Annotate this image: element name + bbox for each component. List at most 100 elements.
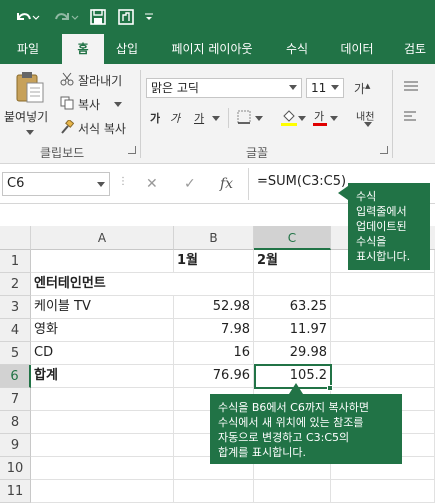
row-header[interactable]: 6 bbox=[0, 365, 31, 388]
cell-c4[interactable]: 11.97 bbox=[254, 319, 331, 342]
bold-button[interactable]: 가 bbox=[150, 110, 160, 126]
cell-a10[interactable] bbox=[31, 457, 174, 480]
column-header-b[interactable]: B bbox=[174, 226, 254, 250]
alignment-buttons[interactable] bbox=[402, 78, 432, 138]
tab-page-layout[interactable]: 페이지 레이아웃 bbox=[160, 34, 264, 64]
redo-button[interactable] bbox=[52, 6, 82, 28]
save-icon bbox=[90, 9, 106, 25]
row-header[interactable]: 3 bbox=[0, 296, 31, 319]
cell-a5[interactable]: CD bbox=[31, 342, 174, 365]
cell-d11[interactable] bbox=[331, 480, 435, 503]
redo-icon bbox=[55, 13, 79, 20]
cell-d4[interactable] bbox=[331, 319, 435, 342]
cell-d6[interactable] bbox=[331, 365, 435, 388]
touch-mode-button[interactable] bbox=[116, 6, 136, 28]
cell-b6[interactable]: 76.96 bbox=[174, 365, 254, 388]
row-header[interactable]: 1 bbox=[0, 250, 31, 273]
fill-handle[interactable] bbox=[327, 385, 333, 391]
row-header[interactable]: 8 bbox=[0, 411, 31, 434]
cell-b3[interactable]: 52.98 bbox=[174, 296, 254, 319]
cell-b4[interactable]: 7.98 bbox=[174, 319, 254, 342]
tab-formulas[interactable]: 수식 bbox=[276, 34, 318, 64]
cell-a6[interactable]: 합계 bbox=[31, 365, 174, 388]
increase-font-icon: 가▲ bbox=[354, 82, 371, 96]
cell-b5[interactable]: 16 bbox=[174, 342, 254, 365]
cell-a8[interactable] bbox=[31, 411, 174, 434]
font-name-select[interactable]: 맑은 고딕 bbox=[146, 78, 302, 98]
cell-c5[interactable]: 29.98 bbox=[254, 342, 331, 365]
callout-line: 입력줄에서 bbox=[356, 205, 407, 218]
select-all-button[interactable] bbox=[0, 226, 31, 250]
cell-c3[interactable]: 63.25 bbox=[254, 296, 331, 319]
cell-b1[interactable]: 1월 bbox=[174, 250, 254, 273]
font-color-button[interactable]: 가 bbox=[312, 108, 340, 130]
group-separator bbox=[392, 70, 393, 158]
cell-d2[interactable] bbox=[331, 273, 435, 296]
copy-button[interactable]: 복사 bbox=[60, 94, 132, 114]
chevron-down-icon bbox=[255, 116, 263, 121]
cell-a3[interactable]: 케이블 TV bbox=[31, 296, 174, 319]
cell-a2[interactable]: 엔터테인먼트 bbox=[31, 273, 174, 296]
paste-icon bbox=[16, 72, 44, 103]
cell-a7[interactable] bbox=[31, 388, 174, 411]
cell-b2[interactable] bbox=[174, 273, 254, 296]
chevron-down-icon bbox=[289, 85, 297, 90]
tab-insert[interactable]: 삽입 bbox=[106, 34, 148, 64]
row-header[interactable]: 5 bbox=[0, 342, 31, 365]
paste-label: 붙여넣기 bbox=[4, 110, 49, 124]
font-size-value: 11 bbox=[311, 81, 327, 95]
callout-line: 표시합니다. bbox=[356, 250, 411, 263]
row-header[interactable]: 2 bbox=[0, 273, 31, 296]
format-painter-button[interactable]: 서식 복사 bbox=[60, 118, 134, 138]
cancel-button[interactable]: ✕ bbox=[146, 176, 158, 192]
group-separator bbox=[140, 70, 141, 158]
callout-line: 수식 bbox=[356, 190, 377, 203]
chevron-down-icon bbox=[298, 116, 306, 121]
cell-b11[interactable] bbox=[174, 480, 254, 503]
row-header[interactable]: 4 bbox=[0, 319, 31, 342]
tab-file[interactable]: 파일 bbox=[2, 34, 54, 64]
font-size-select[interactable]: 11 bbox=[306, 78, 344, 98]
column-header-a[interactable]: A bbox=[31, 226, 174, 250]
cell-a11[interactable] bbox=[31, 480, 174, 503]
cell-a1[interactable] bbox=[31, 250, 174, 273]
copy-formula-callout: 수식을 B6에서 C6까지 복사하면 수식에서 새 위치에 있는 참조를 자동으… bbox=[210, 394, 402, 464]
cell-d3[interactable] bbox=[331, 296, 435, 319]
italic-button[interactable]: 가 bbox=[170, 110, 180, 126]
tab-home[interactable]: 홈 bbox=[62, 34, 104, 64]
row-header[interactable]: 9 bbox=[0, 434, 31, 457]
clipboard-launcher-icon[interactable] bbox=[128, 146, 136, 154]
row-header[interactable]: 7 bbox=[0, 388, 31, 411]
enter-button[interactable]: ✓ bbox=[184, 176, 196, 192]
cell-c11[interactable] bbox=[254, 480, 331, 503]
cell-a4[interactable]: 영화 bbox=[31, 319, 174, 342]
name-box[interactable]: C6 bbox=[2, 172, 110, 196]
callout-pointer bbox=[289, 383, 303, 394]
fill-color-button[interactable] bbox=[280, 108, 308, 130]
underline-button[interactable]: 가 bbox=[194, 110, 204, 126]
column-header-c[interactable]: C bbox=[254, 226, 331, 250]
copy-label: 복사 bbox=[78, 98, 101, 112]
increase-font-button[interactable]: 가▲ bbox=[354, 80, 384, 98]
scissors-icon bbox=[60, 72, 74, 86]
cell-c1[interactable]: 2월 bbox=[254, 250, 331, 273]
cell-d5[interactable] bbox=[331, 342, 435, 365]
save-button[interactable] bbox=[88, 6, 108, 28]
underline-dropdown-icon[interactable] bbox=[212, 116, 220, 121]
tab-data[interactable]: 데이터 bbox=[330, 34, 384, 64]
tab-review[interactable]: 검토 bbox=[394, 34, 435, 64]
cell-a9[interactable] bbox=[31, 434, 174, 457]
borders-button[interactable] bbox=[228, 108, 274, 128]
undo-button[interactable] bbox=[12, 6, 42, 28]
row-header[interactable]: 11 bbox=[0, 480, 31, 503]
cell-c2[interactable] bbox=[254, 273, 331, 296]
phonetic-button[interactable]: 내천 bbox=[356, 108, 386, 130]
row-header[interactable]: 10 bbox=[0, 457, 31, 480]
chevron-down-icon bbox=[97, 182, 105, 187]
paste-button[interactable]: 붙여넣기 bbox=[4, 70, 52, 140]
font-launcher-icon[interactable] bbox=[380, 146, 388, 154]
insert-function-button[interactable]: fx bbox=[220, 176, 233, 192]
formula-input[interactable]: =SUM(C3:C5) bbox=[257, 174, 346, 189]
customize-qat-button[interactable] bbox=[142, 6, 156, 28]
cut-button[interactable]: 잘라내기 bbox=[60, 70, 132, 90]
